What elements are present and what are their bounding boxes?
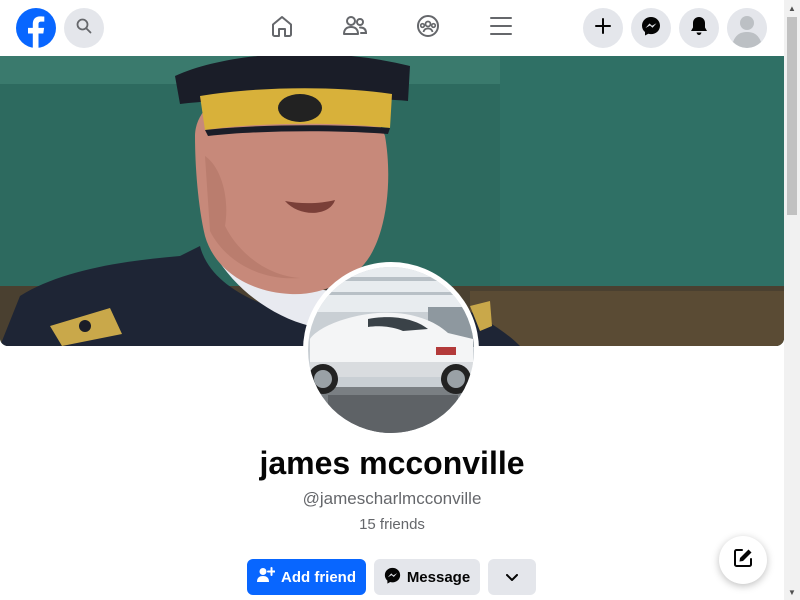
groups-icon (416, 14, 440, 43)
message-label: Message (406, 568, 471, 586)
friends-count[interactable]: 15 friends (0, 516, 784, 533)
notifications-button[interactable] (679, 8, 719, 48)
profile-username: @jamescharlmcconville (302, 489, 482, 508)
scrollbar-thumb[interactable] (787, 17, 797, 215)
profile-name: james mcconville (259, 445, 525, 481)
messenger-icon (641, 16, 661, 41)
groups-nav-button[interactable] (412, 12, 444, 44)
chevron-down-icon (506, 569, 518, 586)
messenger-icon (384, 567, 401, 588)
search-button[interactable] (64, 8, 104, 48)
message-button[interactable]: Message (374, 559, 480, 595)
home-nav-button[interactable] (266, 12, 298, 44)
new-message-button[interactable] (719, 536, 767, 584)
menu-nav-button[interactable] (485, 12, 517, 44)
scroll-up-arrow-icon[interactable]: ▲ (784, 0, 800, 16)
top-navigation-bar (0, 0, 784, 56)
profile-picture-image (308, 267, 474, 433)
search-icon (76, 18, 92, 39)
menu-icon (490, 16, 512, 41)
default-avatar-icon (727, 8, 767, 48)
page-scrollbar[interactable]: ▲ ▼ (784, 0, 800, 600)
add-friend-label: Add friend (281, 568, 356, 586)
create-button[interactable] (583, 8, 623, 48)
facebook-logo-icon[interactable] (16, 8, 56, 48)
bell-icon (690, 16, 708, 41)
account-avatar[interactable] (727, 8, 767, 48)
messenger-button[interactable] (631, 8, 671, 48)
plus-icon (595, 17, 611, 39)
add-friend-icon (257, 567, 276, 587)
home-icon (270, 14, 294, 43)
friends-nav-button[interactable] (339, 12, 371, 44)
profile-picture[interactable] (303, 262, 479, 438)
add-friend-button[interactable]: Add friend (247, 559, 366, 595)
compose-icon (733, 548, 753, 573)
friends-icon (342, 14, 368, 43)
scroll-down-arrow-icon[interactable]: ▼ (784, 584, 800, 600)
more-options-button[interactable] (488, 559, 536, 595)
